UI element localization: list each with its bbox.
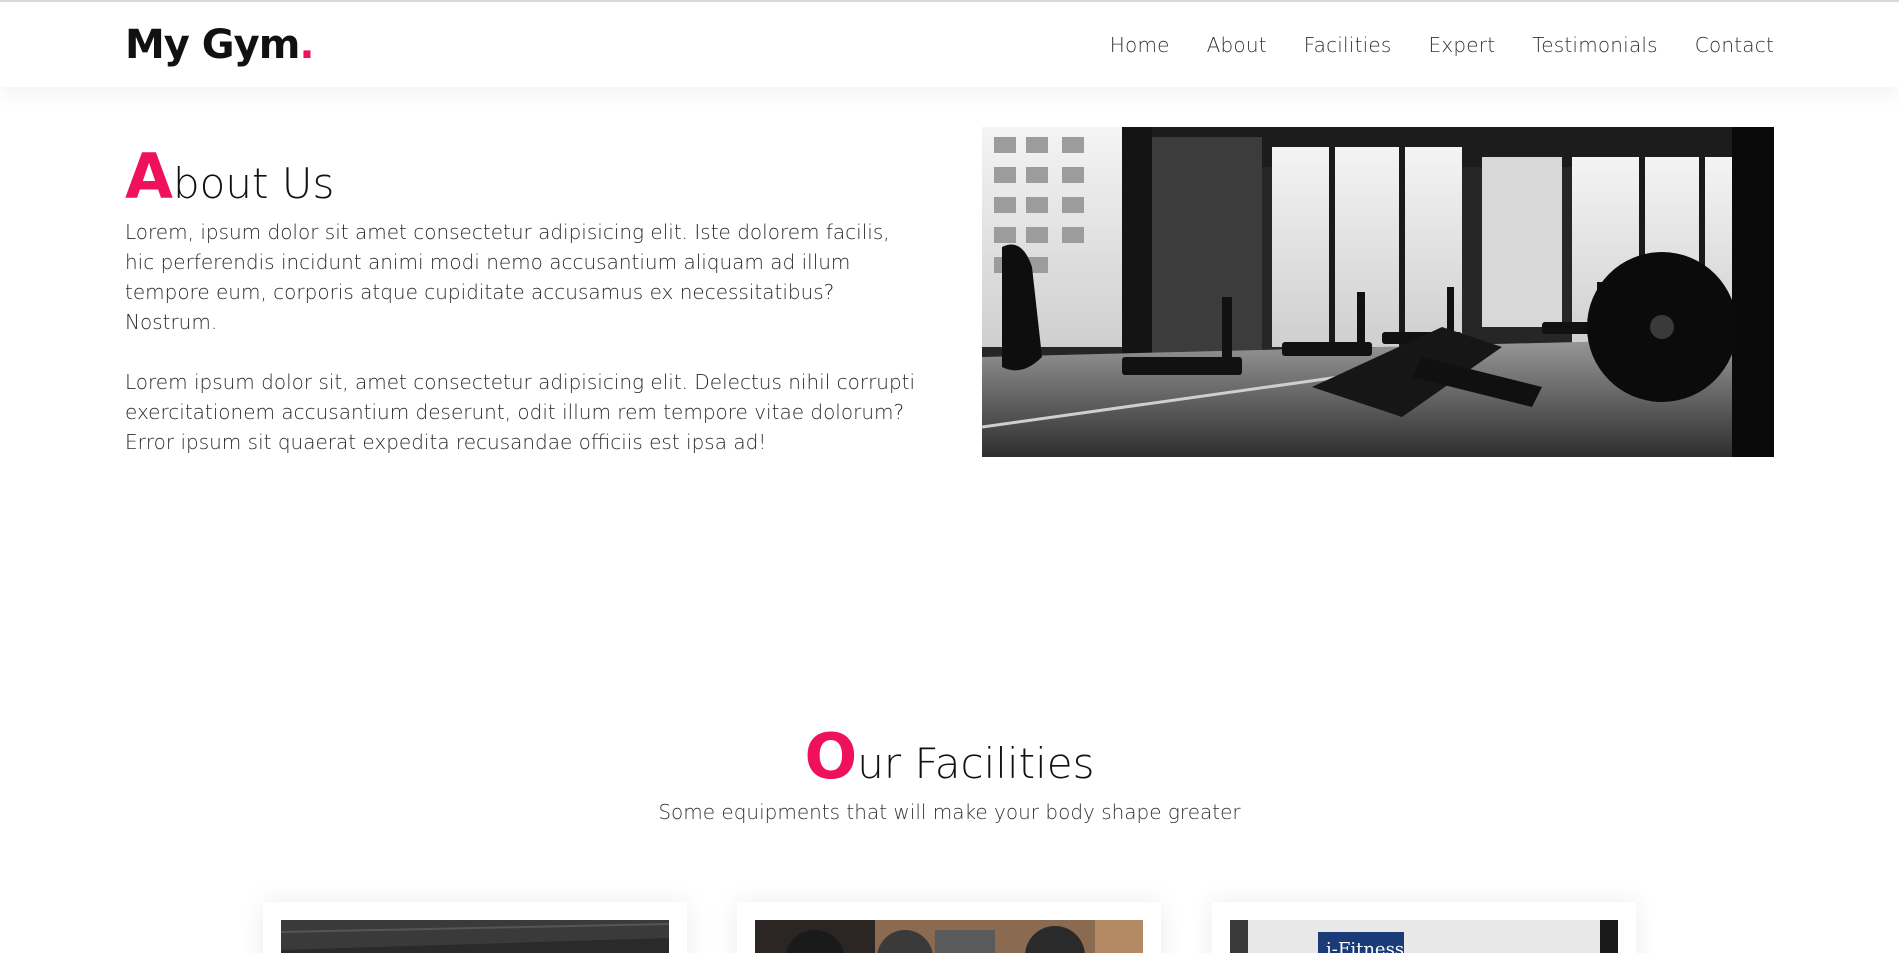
about-paragraph-1: Lorem, ipsum dolor sit amet consectetur … <box>125 220 890 334</box>
facility-card-3[interactable]: i-Fitness <box>1212 902 1636 953</box>
nav-testimonials-link[interactable]: Testimonials <box>1532 33 1658 57</box>
nav-about-link[interactable]: About <box>1207 33 1267 57</box>
facility-card-2[interactable] <box>737 902 1161 953</box>
facilities-title-accent-letter: O <box>804 720 858 793</box>
about-title: About Us <box>125 140 334 213</box>
brand-logo[interactable]: My Gym. <box>125 22 315 68</box>
nav-contact-link[interactable]: Contact <box>1695 33 1774 57</box>
nav-facilities-link[interactable]: Facilities <box>1304 33 1392 57</box>
facility-card-2-image <box>755 920 1143 953</box>
nav-menu: Home About Facilities Expert Testimonial… <box>1073 33 1774 57</box>
nav-expert-link[interactable]: Expert <box>1429 33 1496 57</box>
brand-dot: . <box>299 22 314 68</box>
navbar: My Gym. Home About Facilities Expert Tes… <box>0 0 1899 87</box>
facility-card-3-image: i-Fitness <box>1230 920 1618 953</box>
about-paragraph-2: Lorem ipsum dolor sit, amet consectetur … <box>125 370 916 454</box>
gym-interior-photo <box>982 127 1774 457</box>
facilities-title-rest: ur Facilities <box>857 739 1095 788</box>
nav-home-link[interactable]: Home <box>1110 33 1170 57</box>
facility-card-1[interactable] <box>263 902 687 953</box>
brand-name: My Gym <box>125 22 300 68</box>
facilities-title: Our Facilities <box>0 720 1899 793</box>
about-title-rest: bout Us <box>172 159 335 208</box>
facility-card-1-image <box>281 920 669 953</box>
facility-card-3-sign: i-Fitness <box>1326 939 1404 953</box>
about-title-accent-letter: A <box>125 140 173 213</box>
facilities-subtitle: Some equipments that will make your body… <box>658 800 1241 824</box>
